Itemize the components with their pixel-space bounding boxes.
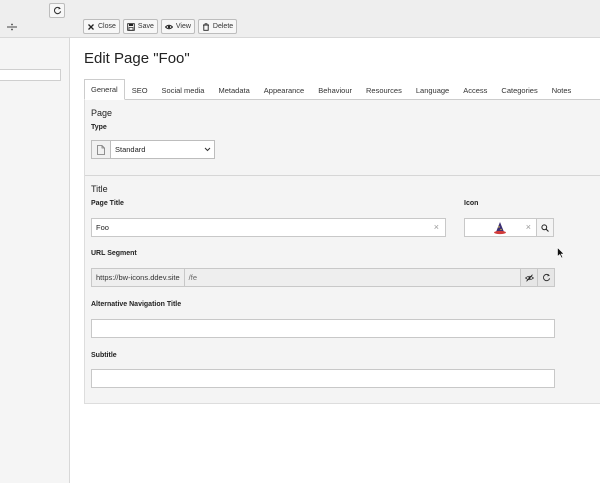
form-panel: Page Type Standard Title Page Title Icon… (84, 100, 600, 404)
icon-preview: × (465, 219, 536, 236)
delete-button-label: Delete (212, 23, 234, 30)
tab-language[interactable]: Language (409, 80, 456, 100)
tab-access[interactable]: Access (456, 80, 494, 100)
tab-social-media[interactable]: Social media (155, 80, 212, 100)
url-segment-input[interactable]: /fe (184, 269, 520, 286)
tab-general[interactable]: General (84, 79, 125, 100)
icon-clear-icon[interactable]: × (526, 222, 531, 232)
subtitle-input[interactable] (91, 369, 555, 388)
chevron-box (200, 147, 214, 152)
close-button-label: Close (98, 23, 116, 30)
url-segment-field: https://bw-icons.ddev.site /fe (91, 268, 555, 287)
type-select-value: Standard (115, 145, 146, 154)
icon-picker-field[interactable]: × (464, 218, 554, 237)
page-title-label: Page Title (91, 200, 124, 207)
eye-icon (164, 24, 173, 29)
save-button[interactable]: Save (122, 19, 158, 34)
url-recalculate-button[interactable] (537, 269, 554, 286)
save-button-label: Save (137, 23, 154, 30)
title-section-title: Title (91, 184, 108, 194)
tree-refresh-button[interactable] (49, 3, 65, 18)
tab-behaviour[interactable]: Behaviour (311, 80, 359, 100)
close-icon (88, 23, 94, 30)
page-title: Edit Page "Foo" (84, 50, 190, 67)
section-divider (85, 175, 600, 176)
url-segment-label: URL Segment (91, 250, 137, 257)
save-icon (127, 22, 135, 31)
search-icon (541, 223, 549, 232)
tab-appearance[interactable]: Appearance (257, 80, 311, 100)
tab-bar: General SEO Social media Metadata Appear… (84, 79, 600, 100)
alt-nav-title-label: Alternative Navigation Title (91, 301, 182, 308)
tab-metadata[interactable]: Metadata (211, 80, 256, 100)
url-prefix: https://bw-icons.ddev.site (92, 269, 185, 286)
trash-icon (202, 22, 209, 31)
page-title-input-value: Foo (96, 223, 109, 232)
tab-notes[interactable]: Notes (545, 80, 579, 100)
tab-categories[interactable]: Categories (494, 80, 544, 100)
icon-label: Icon (464, 200, 479, 207)
view-button[interactable]: View (160, 19, 195, 34)
tab-resources[interactable]: Resources (359, 80, 409, 100)
page-tree-header (0, 0, 70, 38)
wizard-hat-icon (494, 222, 506, 235)
type-label: Type (91, 124, 107, 131)
refresh-icon (542, 273, 550, 282)
delete-button[interactable]: Delete (197, 19, 238, 34)
page-type-icon-box (92, 141, 111, 158)
clear-icon[interactable]: × (434, 222, 439, 232)
view-button-label: View (175, 23, 191, 30)
chevron-down-icon (204, 147, 210, 152)
url-toggle-edit-button[interactable] (520, 269, 537, 286)
eye-slash-icon (524, 273, 534, 282)
tree-filter-input[interactable] (0, 69, 61, 81)
tab-seo[interactable]: SEO (125, 80, 155, 100)
page-document-icon (97, 144, 105, 155)
close-button[interactable]: Close (83, 19, 120, 34)
mouse-cursor-icon (557, 247, 565, 259)
type-select[interactable]: Standard (91, 140, 215, 159)
icon-search-button[interactable] (536, 219, 553, 236)
refresh-icon (53, 6, 61, 15)
subtitle-label: Subtitle (91, 352, 117, 359)
page-title-input[interactable]: Foo × (91, 218, 446, 237)
split-divider-icon[interactable] (6, 23, 18, 31)
page-section-title: Page (91, 108, 113, 118)
toolbar: Close Save View Delete (83, 19, 238, 34)
alt-nav-title-input[interactable] (91, 319, 555, 338)
page-tree-panel (0, 0, 70, 483)
docheader: Close Save View Delete (70, 0, 600, 38)
